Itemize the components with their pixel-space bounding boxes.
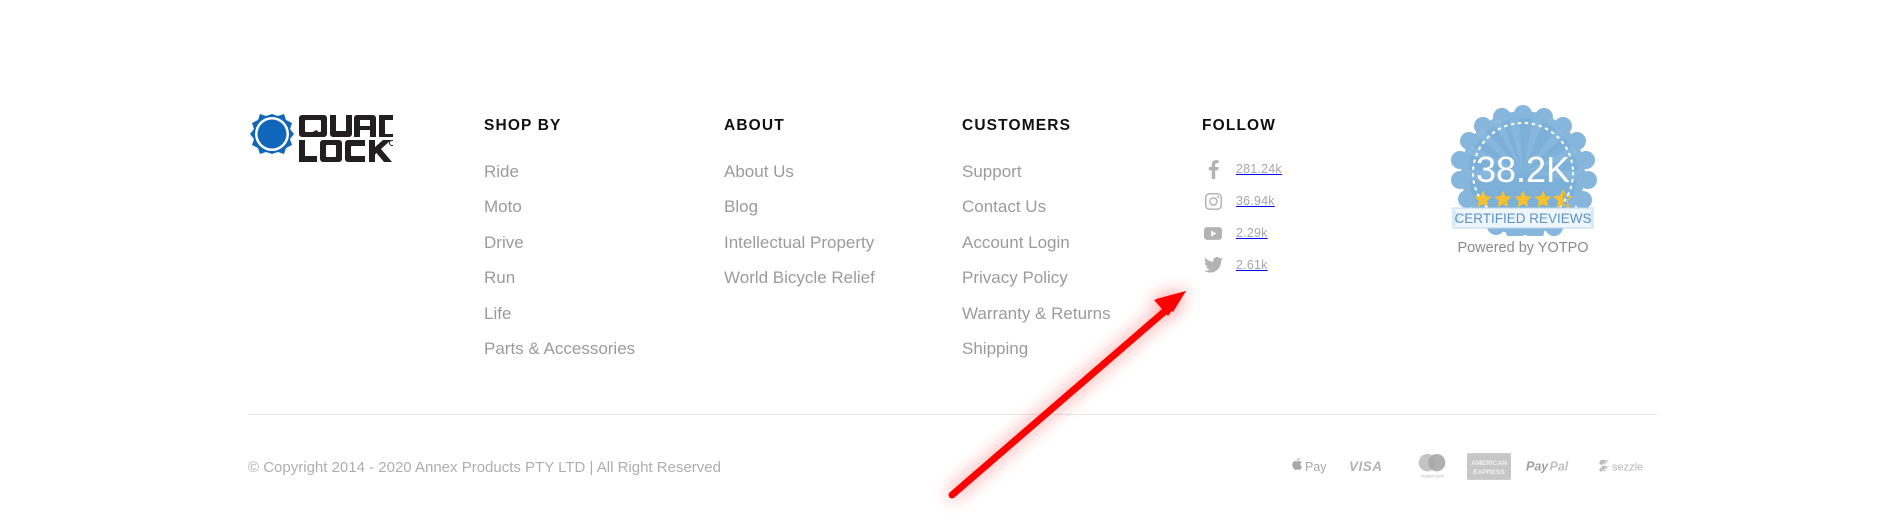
svg-text:sezzle: sezzle [1612,462,1643,474]
quad-lock-logo-mark [250,114,396,162]
yotpo-badge-seal: 38.2K CERTIFIED REVIEWS [1451,105,1597,236]
social-link-instagram[interactable]: 36.94k [1202,192,1422,211]
social-count-facebook: 281.24k [1236,162,1282,176]
footer-link-moto[interactable]: Moto [484,195,714,218]
copyright-text: © Copyright 2014 - 2020 Annex Products P… [248,459,721,476]
footer-link-privacy-policy[interactable]: Privacy Policy [962,266,1192,289]
yotpo-banner-text: CERTIFIED REVIEWS [1454,211,1591,226]
youtube-icon [1202,226,1224,240]
yotpo-reviews-widget[interactable]: 38.2K CERTIFIED REVIEWS Powered by YOTPO [1443,104,1603,256]
yotpo-badge[interactable]: 38.2K CERTIFIED REVIEWS [1449,104,1597,236]
yotpo-powered-by: Powered by YOTPO [1457,240,1589,256]
footer-column-about: ABOUT About Us Blog Intellectual Propert… [724,118,954,302]
social-count-twitter: 2.61k [1236,258,1268,272]
footer-link-ride[interactable]: Ride [484,160,714,183]
svg-text:EXPRESS: EXPRESS [1473,468,1505,475]
apple-pay-icon: Pay [1291,456,1334,476]
amex-icon: AMERICAN EXPRESS [1467,452,1511,480]
footer-link-blog[interactable]: Blog [724,195,954,218]
paypal-icon: Pay Pal [1526,456,1584,476]
payment-methods: Pay VISA mastercard AMERICAN EXPRESS Pay… [1291,452,1657,480]
footer-link-life[interactable]: Life [484,302,714,325]
footer-link-account-login[interactable]: Account Login [962,231,1192,254]
footer-link-intellectual-property[interactable]: Intellectual Property [724,231,954,254]
mastercard-icon: mastercard [1412,452,1452,480]
svg-text:VISA: VISA [1349,459,1383,474]
quad-lock-logo[interactable] [248,112,396,164]
social-link-twitter[interactable]: 2.61k [1202,256,1422,275]
footer-link-drive[interactable]: Drive [484,231,714,254]
social-link-facebook[interactable]: 281.24k [1202,159,1422,179]
svg-text:mastercard: mastercard [1420,473,1444,478]
column-title-shop-by: SHOP BY [484,117,562,134]
column-title-follow: FOLLOW [1202,117,1277,134]
instagram-icon [1202,192,1224,210]
svg-text:Pal: Pal [1550,460,1569,474]
social-count-youtube: 2.29k [1236,226,1268,240]
footer-link-support[interactable]: Support [962,160,1192,183]
facebook-icon [1202,159,1224,179]
svg-text:AMERICAN: AMERICAN [1471,460,1507,467]
footer-link-about-us[interactable]: About Us [724,160,954,183]
footer-link-shipping[interactable]: Shipping [962,337,1192,360]
footer-column-follow: FOLLOW 281.24k 36.94k 2.29k 2.61k [1202,118,1422,288]
social-link-youtube[interactable]: 2.29k [1202,224,1422,243]
yotpo-review-count: 38.2K [1476,149,1570,190]
footer-column-shop-by: SHOP BY Ride Moto Drive Run Life Parts &… [484,118,714,373]
visa-icon: VISA [1349,456,1397,476]
footer-link-parts-accessories[interactable]: Parts & Accessories [484,337,714,360]
footer-divider [248,414,1657,415]
social-count-instagram: 36.94k [1236,194,1275,208]
footer-column-customers: CUSTOMERS Support Contact Us Account Log… [962,118,1192,373]
footer-page: SHOP BY Ride Moto Drive Run Life Parts &… [0,0,1903,530]
yotpo-banner: CERTIFIED REVIEWS [1452,207,1594,229]
svg-text:Pay: Pay [1305,460,1327,474]
svg-text:Pay: Pay [1526,460,1549,474]
column-title-about: ABOUT [724,117,785,134]
twitter-icon [1202,257,1224,273]
footer-link-warranty-returns[interactable]: Warranty & Returns [962,302,1192,325]
sezzle-icon: sezzle [1599,456,1657,476]
footer-link-run[interactable]: Run [484,266,714,289]
column-title-customers: CUSTOMERS [962,117,1072,134]
footer-link-contact-us[interactable]: Contact Us [962,195,1192,218]
footer-link-world-bicycle-relief[interactable]: World Bicycle Relief [724,266,954,289]
